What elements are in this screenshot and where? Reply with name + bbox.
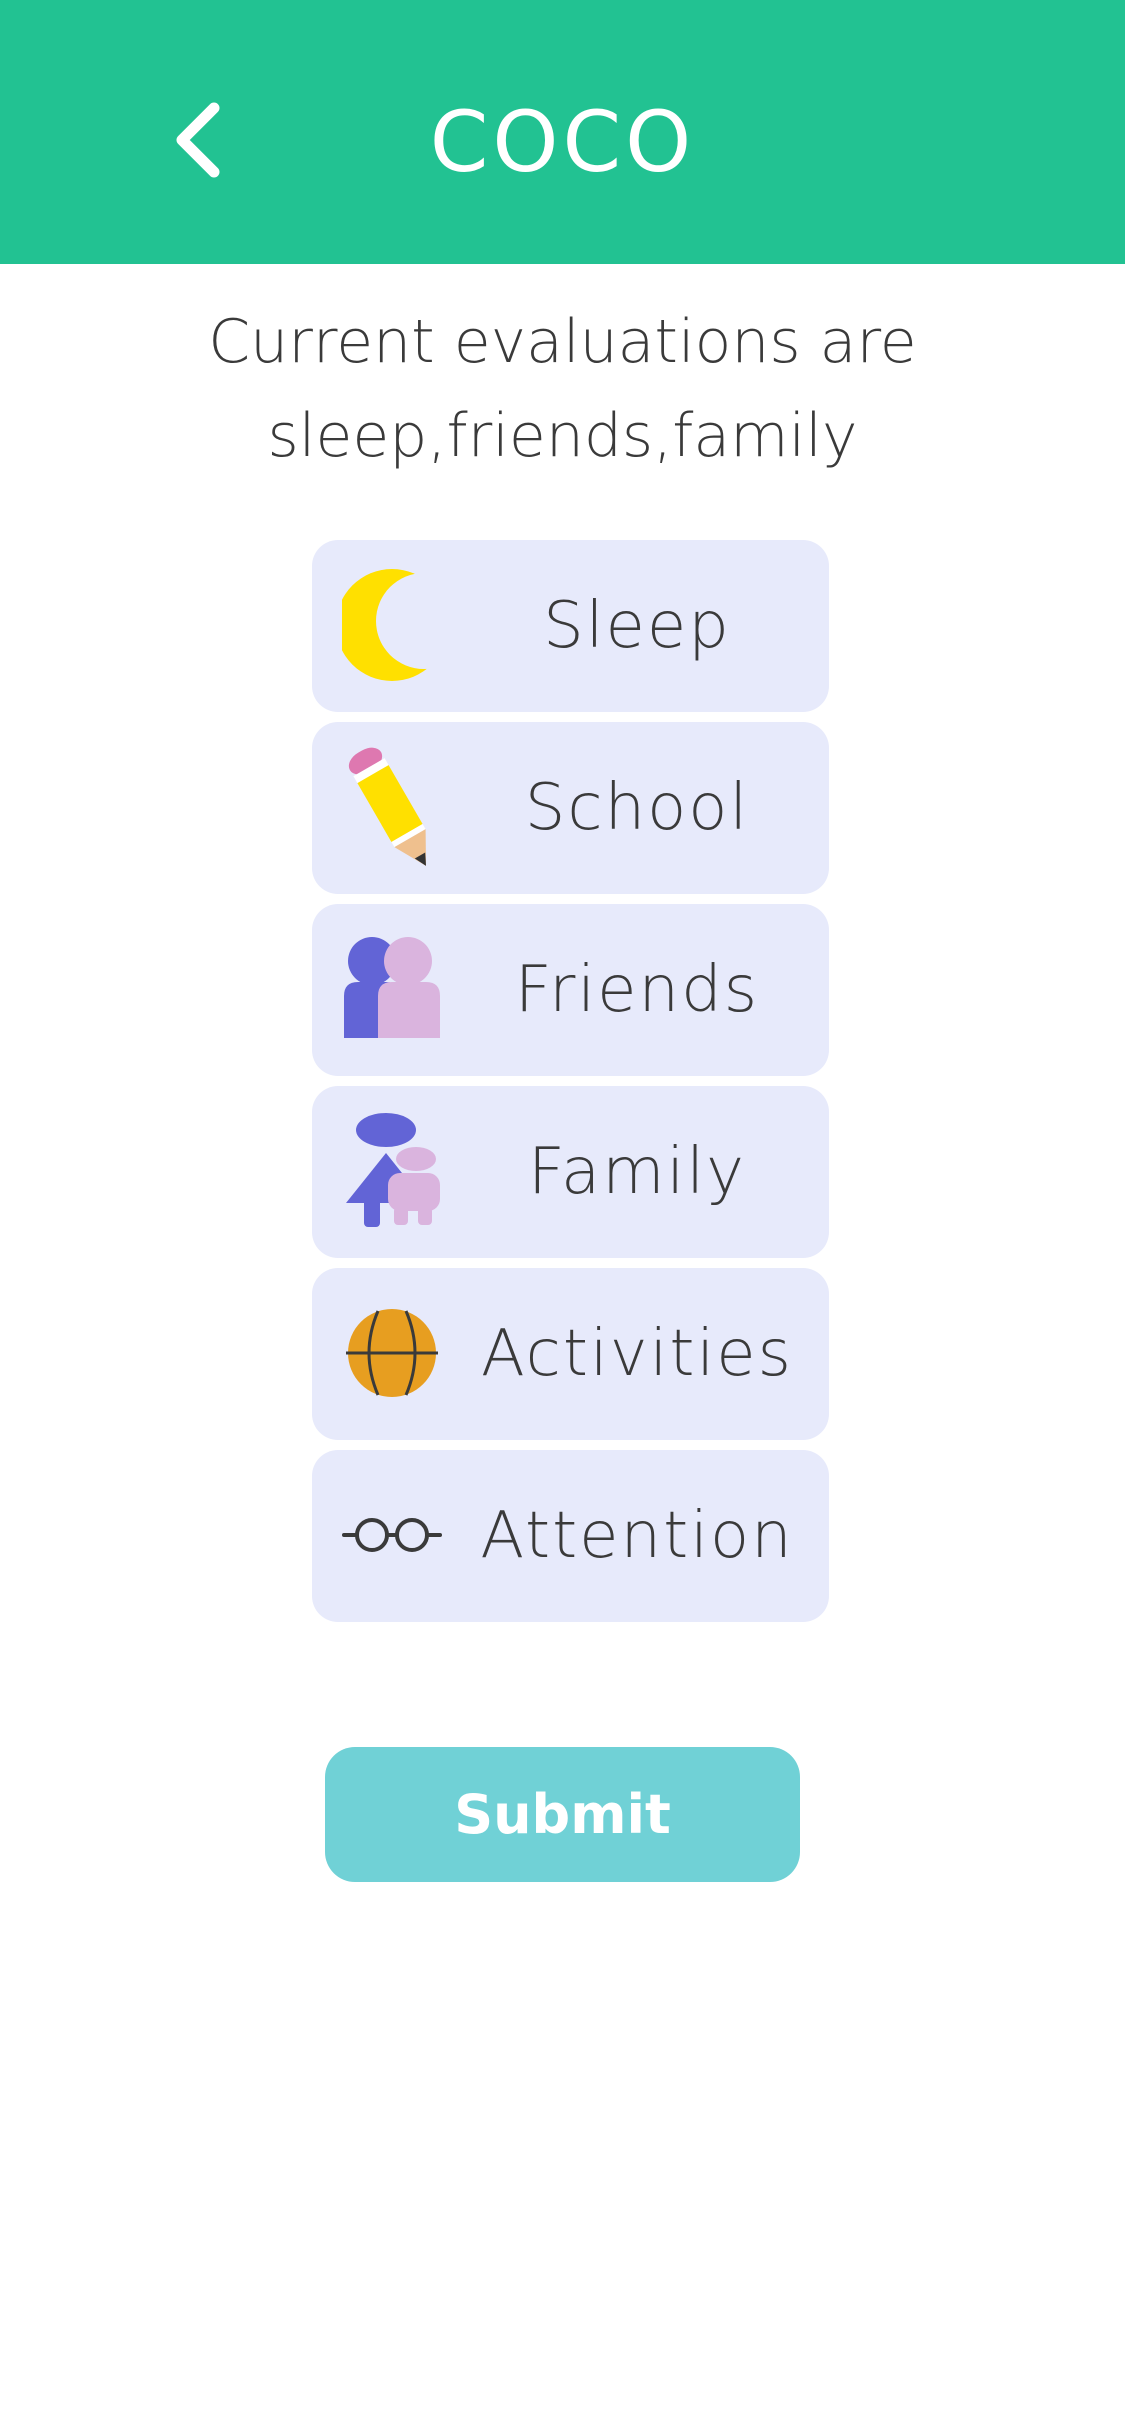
moon-icon [342,560,442,690]
friends-icon [342,924,442,1054]
category-card-sleep[interactable]: Sleep [312,540,829,712]
category-label: Sleep [543,589,731,663]
current-evaluations-text: Current evaluations are sleep,friends,fa… [150,295,975,483]
category-label: Family [528,1135,746,1209]
category-card-school[interactable]: School [312,722,829,894]
family-icon [342,1106,442,1236]
category-card-family[interactable]: Family [312,1086,829,1258]
status-line-2: sleep,friends,family [267,401,858,471]
status-line-1: Current evaluations are [208,307,917,377]
category-label: Friends [514,953,760,1027]
category-label: Activities [481,1317,793,1391]
category-card-attention[interactable]: Attention [312,1450,829,1622]
app-title: COCO [429,93,696,191]
app-header: COCO [0,0,1125,264]
basketball-icon [342,1288,442,1418]
category-label: School [524,771,750,845]
glasses-icon [342,1470,442,1600]
category-card-friends[interactable]: Friends [312,904,829,1076]
pencil-icon [342,742,442,872]
category-card-activities[interactable]: Activities [312,1268,829,1440]
category-label: Attention [480,1499,794,1573]
category-list: Sleep School Friends Family Activities A… [312,540,829,1632]
submit-button[interactable]: Submit [325,1747,800,1882]
